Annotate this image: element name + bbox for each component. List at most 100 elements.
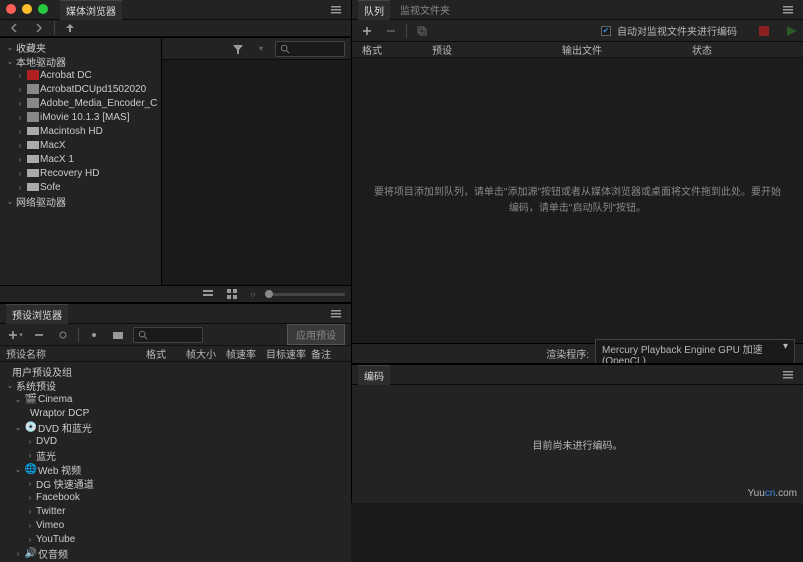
list-view-icon[interactable] bbox=[199, 286, 217, 302]
media-browser-tree: ⌄收藏夹 ⌄本地驱动器 ›Acrobat DC ›AcrobatDCUpd150… bbox=[0, 38, 161, 283]
globe-icon: 🌐 bbox=[24, 463, 38, 475]
add-preset-icon[interactable]: ▾ bbox=[6, 327, 24, 343]
panel-menu-icon[interactable] bbox=[779, 367, 797, 383]
panel-menu-icon[interactable] bbox=[327, 306, 345, 322]
queue-header: 队列 监视文件夹 bbox=[352, 0, 803, 20]
col-output: 输出文件 bbox=[562, 42, 692, 57]
zoom-slider[interactable] bbox=[265, 293, 345, 296]
start-queue-button[interactable] bbox=[787, 26, 797, 36]
queue-tab[interactable]: 队列 bbox=[358, 0, 390, 20]
media-view-bar: ○ bbox=[0, 285, 351, 302]
media-content-pane: ▾ bbox=[161, 38, 351, 285]
preset-group[interactable]: ›🔊仅音频 bbox=[0, 546, 351, 560]
drive-item[interactable]: ›MacX bbox=[0, 138, 161, 152]
col-name: 预设名称 bbox=[6, 346, 146, 361]
queue-empty-message: 要将项目添加到队列，请单击"添加源"按钮或者从媒体浏览器或桌面将文件拖到此处。要… bbox=[372, 185, 783, 217]
minimize-window-button[interactable] bbox=[22, 4, 32, 14]
drive-item[interactable]: ›Sofe bbox=[0, 180, 161, 194]
nav-forward-icon[interactable] bbox=[30, 20, 48, 36]
encoding-status-area: 目前尚未进行编码。 bbox=[352, 385, 803, 503]
local-drives-group[interactable]: ⌄本地驱动器 bbox=[0, 54, 161, 68]
new-folder-icon[interactable] bbox=[109, 327, 127, 343]
drive-item[interactable]: ›AcrobatDCUpd1502020 bbox=[0, 82, 161, 96]
col-format: 格式 bbox=[146, 346, 186, 361]
media-browser-header: 媒体浏览器 bbox=[0, 0, 351, 20]
drive-item[interactable]: ›Recovery HD bbox=[0, 166, 161, 180]
renderer-label: 渲染程序: bbox=[546, 346, 589, 361]
encoding-tab[interactable]: 编码 bbox=[358, 365, 390, 385]
nav-up-icon[interactable] bbox=[61, 20, 79, 36]
watermark: Yuucn.com bbox=[748, 485, 797, 499]
encoding-header: 编码 bbox=[352, 365, 803, 385]
preset-group[interactable]: ⌄🎬Cinema bbox=[0, 392, 351, 406]
preset-item[interactable]: Wraptor DCP bbox=[0, 406, 351, 420]
preset-search-input[interactable] bbox=[133, 327, 203, 343]
package-icon bbox=[26, 97, 40, 109]
filter-icon[interactable] bbox=[229, 41, 247, 57]
remove-preset-icon[interactable] bbox=[30, 327, 48, 343]
drive-item[interactable]: ›Adobe_Media_Encoder_C bbox=[0, 96, 161, 110]
queue-columns-header: 格式 预设 输出文件 状态 bbox=[352, 42, 803, 58]
col-preset: 预设 bbox=[432, 42, 562, 57]
package-icon bbox=[26, 111, 40, 123]
window-traffic-lights bbox=[6, 4, 48, 14]
col-fps: 帧速率 bbox=[226, 346, 266, 361]
media-search-input[interactable] bbox=[275, 41, 345, 57]
network-drives-group[interactable]: ⌄网络驱动器 bbox=[0, 194, 161, 208]
disk-icon bbox=[26, 125, 40, 137]
preset-item[interactable]: ›Vimeo bbox=[0, 518, 351, 532]
panel-menu-icon[interactable] bbox=[779, 2, 797, 18]
favorites-group[interactable]: ⌄收藏夹 bbox=[0, 40, 161, 54]
duplicate-icon[interactable] bbox=[413, 23, 431, 39]
preset-item[interactable]: ›Facebook bbox=[0, 490, 351, 504]
preset-toolbar: ▾ 应用预设 bbox=[0, 324, 351, 346]
col-size: 帧大小 bbox=[186, 346, 226, 361]
drive-item[interactable]: ›iMovie 10.1.3 [MAS] bbox=[0, 110, 161, 124]
panel-menu-icon[interactable] bbox=[327, 2, 345, 18]
preset-group[interactable]: 用户预设及组 bbox=[0, 364, 351, 378]
close-window-button[interactable] bbox=[6, 4, 16, 14]
drive-item[interactable]: ›Acrobat DC bbox=[0, 68, 161, 82]
watch-folder-tab[interactable]: 监视文件夹 bbox=[394, 0, 456, 19]
col-status: 状态 bbox=[692, 42, 712, 57]
remove-icon[interactable] bbox=[382, 23, 400, 39]
media-browser-toolbar bbox=[0, 20, 351, 37]
disk-icon bbox=[26, 153, 40, 165]
encoding-empty-message: 目前尚未进行编码。 bbox=[533, 437, 623, 452]
queue-drop-area[interactable]: 要将项目添加到队列，请单击"添加源"按钮或者从媒体浏览器或桌面将文件拖到此处。要… bbox=[352, 58, 803, 343]
preset-item[interactable]: ›YouTube bbox=[0, 532, 351, 546]
media-browser-tab[interactable]: 媒体浏览器 bbox=[60, 0, 122, 20]
preset-group[interactable]: ⌄🌐Web 视频 bbox=[0, 462, 351, 476]
preset-browser-header: 预设浏览器 bbox=[0, 304, 351, 324]
disc-icon: 💿 bbox=[24, 421, 38, 433]
disk-icon bbox=[26, 181, 40, 193]
add-source-icon[interactable] bbox=[358, 23, 376, 39]
auto-encode-checkbox[interactable]: ✔ bbox=[601, 26, 611, 36]
drive-item[interactable]: ›Macintosh HD bbox=[0, 124, 161, 138]
auto-encode-label: 自动对监视文件夹进行编码 bbox=[617, 23, 737, 38]
apply-preset-button[interactable]: 应用预设 bbox=[287, 324, 345, 345]
package-icon bbox=[26, 83, 40, 95]
queue-toolbar: ✔ 自动对监视文件夹进行编码 bbox=[352, 20, 803, 42]
disk-icon bbox=[26, 167, 40, 179]
preset-group[interactable]: ⌄系统预设 bbox=[0, 378, 351, 392]
disk-icon bbox=[26, 139, 40, 151]
settings-icon[interactable] bbox=[85, 327, 103, 343]
film-icon: 🎬 bbox=[24, 393, 38, 405]
preset-item[interactable]: ›DG 快速通道 bbox=[0, 476, 351, 490]
preset-group[interactable]: ⌄💿DVD 和蓝光 bbox=[0, 420, 351, 434]
preset-item[interactable]: ›蓝光 bbox=[0, 448, 351, 462]
preset-item[interactable]: ›DVD bbox=[0, 434, 351, 448]
preset-tree: 用户预设及组 ⌄系统预设 ⌄🎬Cinema Wraptor DCP ⌄💿DVD … bbox=[0, 362, 351, 562]
preset-browser-tab[interactable]: 预设浏览器 bbox=[6, 304, 68, 324]
stop-button[interactable] bbox=[759, 26, 769, 36]
thumb-view-icon[interactable] bbox=[223, 286, 241, 302]
col-format: 格式 bbox=[362, 42, 432, 57]
maximize-window-button[interactable] bbox=[38, 4, 48, 14]
app-icon bbox=[26, 69, 40, 81]
drive-item[interactable]: ›MacX 1 bbox=[0, 152, 161, 166]
nav-back-icon[interactable] bbox=[6, 20, 24, 36]
col-target: 目标速率 bbox=[266, 346, 311, 361]
sync-icon[interactable] bbox=[54, 327, 72, 343]
preset-item[interactable]: ›Twitter bbox=[0, 504, 351, 518]
